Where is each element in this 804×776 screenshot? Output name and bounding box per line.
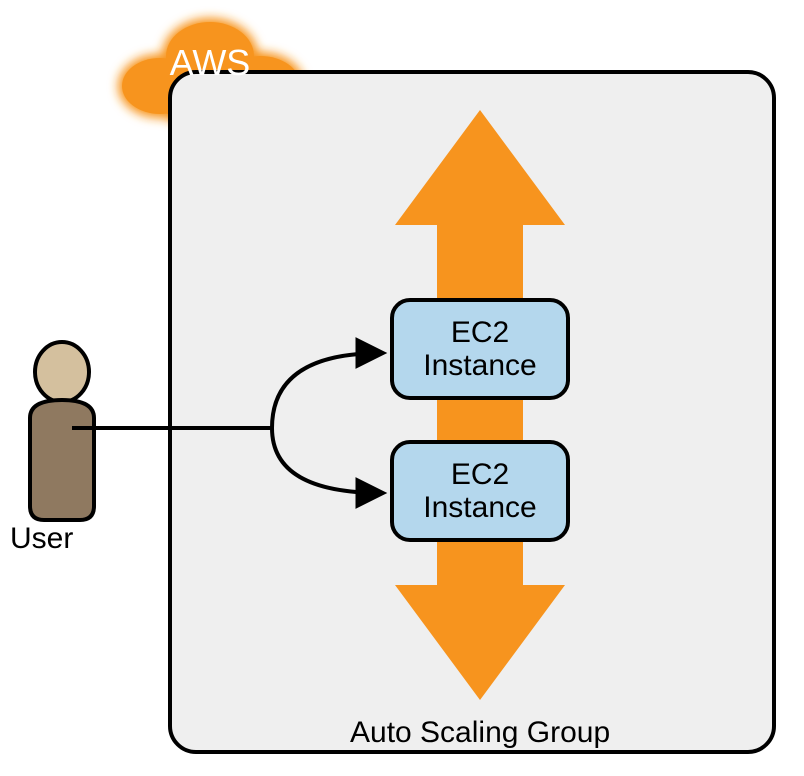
aws-cloud-label: AWS	[150, 42, 270, 84]
user-label: User	[10, 522, 73, 556]
ec2-instance-box: EC2 Instance	[390, 298, 570, 400]
auto-scaling-group-label: Auto Scaling Group	[350, 716, 610, 750]
ec2-instance-label: EC2 Instance	[423, 458, 536, 524]
ec2-instance-label: EC2 Instance	[423, 316, 536, 382]
diagram-stage: AWS EC2 Instance EC2 Instance Auto Scali…	[0, 0, 804, 776]
scaling-arrow-icon	[395, 110, 565, 700]
user-to-instances-arrows-icon	[72, 298, 402, 558]
ec2-instance-box: EC2 Instance	[390, 440, 570, 542]
